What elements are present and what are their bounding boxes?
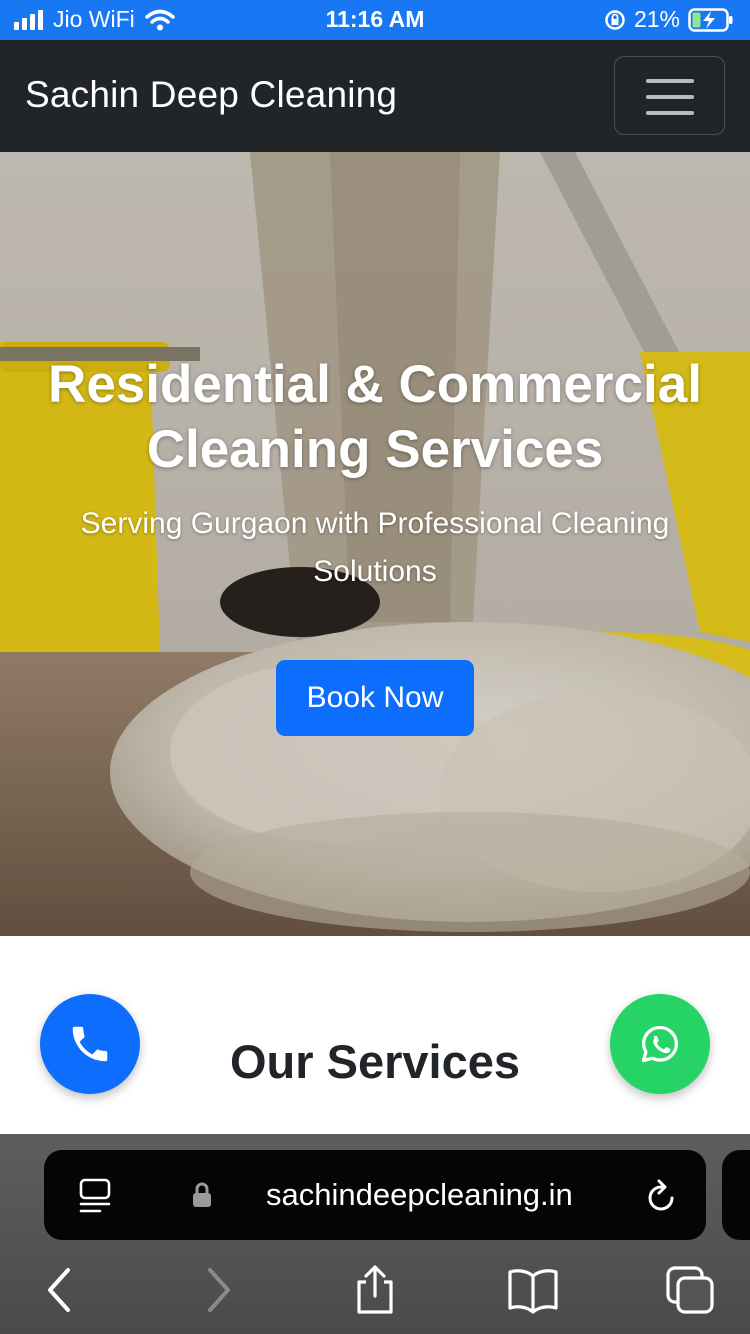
call-button[interactable] (40, 994, 140, 1094)
orientation-lock-icon (605, 9, 625, 30)
hamburger-menu-button[interactable] (614, 56, 725, 135)
phone-icon (72, 1026, 108, 1062)
browser-toolbar: sachindeepcleaning.in (0, 1134, 750, 1334)
whatsapp-icon (641, 1025, 679, 1063)
reload-icon[interactable] (644, 1176, 680, 1214)
status-bar: Jio WiFi 11:16 AM 21% (0, 0, 750, 40)
book-now-button[interactable]: Book Now (276, 660, 474, 736)
share-icon[interactable] (352, 1264, 398, 1316)
whatsapp-button[interactable] (610, 994, 710, 1094)
address-bar[interactable]: sachindeepcleaning.in (44, 1150, 706, 1240)
tabs-icon[interactable] (664, 1264, 716, 1316)
status-right: 21% (604, 6, 734, 33)
lock-icon (193, 1182, 211, 1207)
next-tab-peek[interactable] (722, 1150, 750, 1240)
page-menu-icon[interactable] (78, 1176, 112, 1216)
url-text: sachindeepcleaning.in (266, 1177, 573, 1212)
bookmarks-icon[interactable] (506, 1264, 560, 1316)
navbar: Sachin Deep Cleaning (0, 40, 750, 152)
hero-subtitle: Serving Gurgaon with Professional Cleani… (80, 507, 670, 588)
battery-percent: 21% (633, 6, 680, 32)
forward-icon[interactable] (202, 1264, 236, 1316)
back-icon[interactable] (42, 1264, 76, 1316)
hero-section: Residential & Commercial Cleaning Servic… (0, 152, 750, 936)
brand-link[interactable]: Sachin Deep Cleaning (25, 74, 397, 116)
hero-title: Residential & Commercial Cleaning Servic… (48, 355, 702, 479)
battery-charging-icon (688, 7, 733, 32)
